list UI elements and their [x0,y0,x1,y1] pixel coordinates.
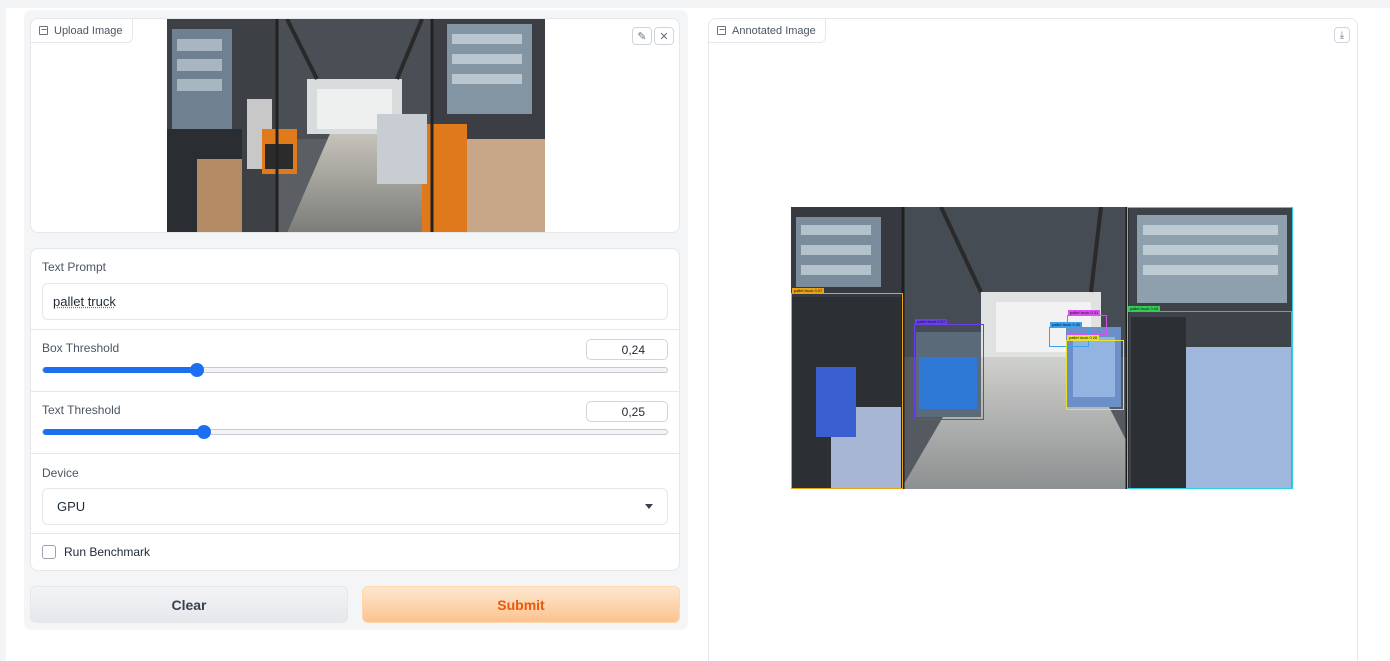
text-threshold-value: 0,25 [622,405,645,419]
controls-panel: Text Prompt pallet truck Box Threshold 0… [30,248,680,571]
upload-image-panel[interactable]: Upload Image ✎ ✕ [30,18,680,233]
chevron-down-icon [645,504,653,509]
uploaded-photo [167,19,545,233]
box-threshold-fill [43,367,197,373]
detection-box-7 [1127,207,1293,489]
box-threshold-number[interactable]: 0,24 [586,339,668,360]
upload-image-label-text: Upload Image [54,25,123,37]
text-prompt-label: Text Prompt [42,260,106,274]
text-threshold-fill [43,429,204,435]
box-threshold-slider[interactable] [42,367,668,373]
download-icon: ⤓ [1340,30,1344,41]
text-threshold-label: Text Threshold [42,403,121,417]
benchmark-section: Run Benchmark [31,534,679,571]
image-icon [717,26,726,35]
annotated-image-label-text: Annotated Image [732,25,816,37]
annotated-image-panel: Annotated Image ⤓ pallet truck 0.37 pall… [708,18,1358,661]
box-threshold-section: Box Threshold 0,24 [31,330,679,392]
pencil-icon: ✎ [637,30,646,43]
upload-image-label: Upload Image [31,19,133,43]
box-threshold-value: 0,24 [622,343,645,357]
run-benchmark-label: Run Benchmark [64,545,150,559]
edit-image-button[interactable]: ✎ [632,27,652,45]
text-prompt-value: pallet truck [53,294,116,309]
warehouse-photo [167,19,545,233]
clear-image-button[interactable]: ✕ [654,27,674,45]
detection-box-2: pallet truck 0.27 [914,324,984,420]
device-selected: GPU [57,499,85,514]
text-threshold-thumb[interactable] [197,425,211,439]
close-icon: ✕ [659,30,668,43]
box-threshold-label: Box Threshold [42,341,119,355]
clear-button[interactable]: Clear [30,586,348,623]
download-button[interactable]: ⤓ [1334,27,1350,43]
device-section: Device GPU [31,454,679,534]
device-dropdown[interactable]: GPU [42,488,668,525]
detection-label-2: pallet truck 0.27 [915,319,947,325]
device-label: Device [42,466,79,480]
detection-label-1: pallet truck 0.37 [792,288,824,294]
detection-box-1: pallet truck 0.37 [791,293,903,489]
image-icon [39,26,48,35]
box-threshold-thumb[interactable] [190,363,204,377]
detection-label-4: pallet truck 0.30 [1050,322,1082,328]
submit-button[interactable]: Submit [362,586,680,623]
text-threshold-slider[interactable] [42,429,668,435]
annotated-photo: pallet truck 0.37 pallet truck 0.27 pall… [791,207,1293,489]
detection-label-3: pallet truck 0.31 [1068,310,1100,316]
detection-label-5: pallet truck 0.26 [1067,335,1099,341]
annotated-image-label: Annotated Image [709,19,826,43]
text-threshold-section: Text Threshold 0,25 [31,392,679,454]
text-prompt-input[interactable]: pallet truck [42,283,668,320]
detection-box-5: pallet truck 0.26 [1066,340,1124,410]
text-prompt-section: Text Prompt pallet truck [31,249,679,330]
run-benchmark-checkbox[interactable] [42,545,56,559]
text-threshold-number[interactable]: 0,25 [586,401,668,422]
